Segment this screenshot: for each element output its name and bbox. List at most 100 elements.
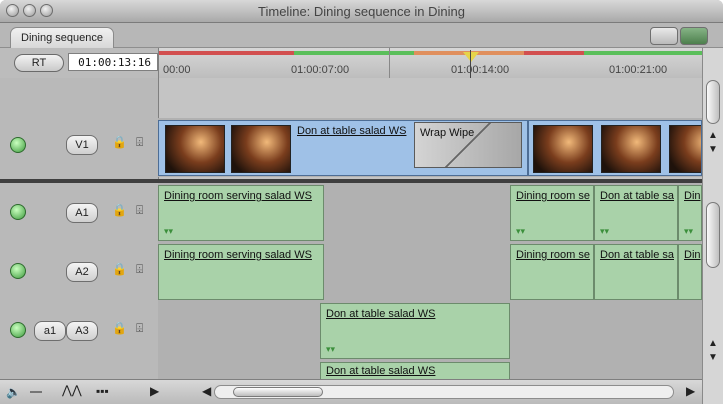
timeline-window: Timeline: Dining sequence in Dining Dini… [0, 0, 723, 404]
audio-track-toggle-button[interactable] [10, 204, 26, 220]
video-clip-label: Don at table salad WS [297, 125, 407, 137]
video-thumbnail [669, 125, 701, 173]
audio-clip[interactable]: Don at table salad WS ▾▾ [320, 303, 510, 359]
sync-icon[interactable]: ⌹ [136, 321, 143, 336]
sync-icon[interactable]: ⌹ [136, 135, 143, 150]
audio-clip-label: Din [684, 249, 701, 261]
snapping-toggle-button[interactable] [650, 27, 678, 45]
video-pane: V1 🔒 ⌹ Don at table salad WS Wrap Wipe [0, 78, 702, 179]
render-bar-red-segment-2 [524, 51, 584, 55]
a4-track-area[interactable]: Don at table salad WS [158, 360, 702, 380]
linked-selection-toggle-button[interactable] [680, 27, 708, 45]
triangle-markers: ▾▾ [600, 226, 610, 236]
scroll-down-arrow[interactable]: ▼ [708, 144, 718, 155]
audio-clip-label: Dining room se [516, 190, 590, 202]
audio-track-a2: A2 🔒 ⌹ Dining room serving salad WS Dini… [0, 242, 702, 302]
lock-icon[interactable]: 🔒 [112, 135, 127, 149]
upper-scroll-thumb[interactable] [706, 80, 720, 124]
triangle-markers: ▾▾ [326, 344, 336, 354]
a1-track-header: A1 🔒 ⌹ [0, 183, 159, 242]
audio-clip[interactable]: Don at table salad WS [320, 362, 510, 380]
a1-track-area[interactable]: Dining room serving salad WS ▾▾ Dining r… [158, 183, 702, 242]
audio-clip-label: Don at table salad WS [326, 365, 436, 377]
ruler-tick-label: 00:00 [163, 64, 191, 76]
video-thumbnail [533, 125, 593, 173]
audio-track-a4: Don at table salad WS [0, 360, 702, 380]
title-bar: Timeline: Dining sequence in Dining [0, 0, 723, 23]
lower-scroll-thumb[interactable] [706, 202, 720, 268]
transition-label: Wrap Wipe [420, 127, 475, 139]
lock-icon[interactable]: 🔒 [112, 321, 127, 335]
lock-icon[interactable]: 🔒 [112, 262, 127, 276]
triangle-markers: ▾▾ [684, 226, 694, 236]
audio-clip[interactable]: Dining room serving salad WS [158, 244, 324, 300]
triangle-markers: ▾▾ [164, 226, 174, 236]
a3-track-area[interactable]: Don at table salad WS ▾▾ [158, 301, 702, 360]
audio-clip[interactable]: Dining room se ▾▾ [510, 185, 594, 241]
timeline-ruler[interactable]: 00:00 01:00:07:00 01:00:14:00 01:00:21:0… [158, 48, 703, 78]
vertical-scrollbar[interactable]: ▲ ▼ ▲ ▼ [702, 48, 723, 404]
scroll-down-arrow-lower[interactable]: ▼ [708, 352, 718, 363]
window-title: Timeline: Dining sequence in Dining [258, 4, 465, 19]
audio-pane: A1 🔒 ⌹ Dining room serving salad WS ▾▾ D… [0, 183, 702, 380]
audio-clip[interactable]: Din ▾▾ [678, 185, 702, 241]
clip-overlays-toggle[interactable]: ⋀⋀ [62, 383, 82, 397]
v1-track-label[interactable]: V1 [66, 135, 98, 155]
tab-row: Dining sequence [0, 23, 723, 48]
triangle-markers: ▾▾ [516, 226, 526, 236]
ruler-tick-line [389, 48, 390, 78]
video-thumbnail [165, 125, 225, 173]
audio-clip[interactable]: Dining room serving salad WS ▾▾ [158, 185, 324, 241]
playhead-marker[interactable] [463, 52, 479, 62]
audio-clip-label: Don at table sa [600, 249, 674, 261]
a3-track-header: a1 A3 🔒 ⌹ [0, 301, 159, 360]
scroll-left-arrow[interactable]: ◀ [202, 384, 211, 398]
audio-clip-label: Dining room serving salad WS [164, 249, 312, 261]
track-size-buttons[interactable]: ▪▪▪ [96, 384, 109, 398]
video-thumbnail [601, 125, 661, 173]
ruler-tick-label: 01:00:14:00 [451, 64, 510, 76]
transition-clip[interactable]: Wrap Wipe [414, 122, 522, 168]
audio-clip[interactable]: Dining room se [510, 244, 594, 300]
render-bar-green-segment [294, 51, 414, 55]
audio-clip-label: Don at table salad WS [326, 308, 436, 320]
video-clip-right[interactable] [528, 120, 702, 176]
video-track-visibility-button[interactable] [10, 137, 26, 153]
audio-clip-label: Dining room se [516, 249, 590, 261]
audio-track-a3: a1 A3 🔒 ⌹ Don at table salad WS ▾▾ [0, 301, 702, 361]
ruler-tick-label: 01:00:21:00 [609, 64, 668, 76]
a2-track-label[interactable]: A2 [66, 262, 98, 282]
audio-track-toggle-button[interactable] [10, 263, 26, 279]
zoom-left-arrow[interactable]: ▶ [150, 384, 159, 398]
speaker-icon[interactable]: 🔈 [6, 385, 21, 399]
scroll-up-arrow-lower[interactable]: ▲ [708, 338, 718, 349]
audio-clip-label: Din [684, 190, 701, 202]
audio-clip-label: Dining room serving salad WS [164, 190, 312, 202]
timecode-field[interactable]: 01:00:13:16 [68, 53, 158, 71]
a1-track-label[interactable]: A1 [66, 203, 98, 223]
rt-popup-button[interactable]: RT [14, 54, 64, 72]
tab-dining-sequence[interactable]: Dining sequence [10, 27, 114, 48]
audio-clip[interactable]: Din [678, 244, 702, 300]
video-track-area[interactable]: Don at table salad WS Wrap Wipe [158, 118, 702, 177]
track-height-control[interactable]: ⎯⎯ [30, 384, 42, 399]
audio-track-toggle-button[interactable] [10, 322, 26, 338]
scroll-right-arrow[interactable]: ▶ [686, 384, 695, 398]
lock-icon[interactable]: 🔒 [112, 203, 127, 217]
a2-track-area[interactable]: Dining room serving salad WS Dining room… [158, 242, 702, 301]
a2-track-header: A2 🔒 ⌹ [0, 242, 159, 301]
video-track-header: V1 🔒 ⌹ [0, 78, 159, 179]
video-thumbnail [231, 125, 291, 173]
audio-clip[interactable]: Don at table sa [594, 244, 678, 300]
sync-icon[interactable]: ⌹ [136, 262, 143, 277]
horizontal-scrollbar[interactable] [214, 385, 674, 399]
horizontal-scroll-thumb[interactable] [233, 387, 323, 397]
sync-icon[interactable]: ⌹ [136, 203, 143, 218]
audio-clip[interactable]: Don at table sa ▾▾ [594, 185, 678, 241]
render-bar-red-segment [159, 51, 294, 55]
scroll-up-arrow[interactable]: ▲ [708, 130, 718, 141]
timeline-bottom-bar: 🔈 ⎯⎯ ⋀⋀ ▪▪▪ ▶ ◀ ▶ [0, 379, 702, 404]
ruler-tick-label: 01:00:07:00 [291, 64, 350, 76]
a3-track-label[interactable]: A3 [66, 321, 98, 341]
a3-source-label[interactable]: a1 [34, 321, 66, 341]
